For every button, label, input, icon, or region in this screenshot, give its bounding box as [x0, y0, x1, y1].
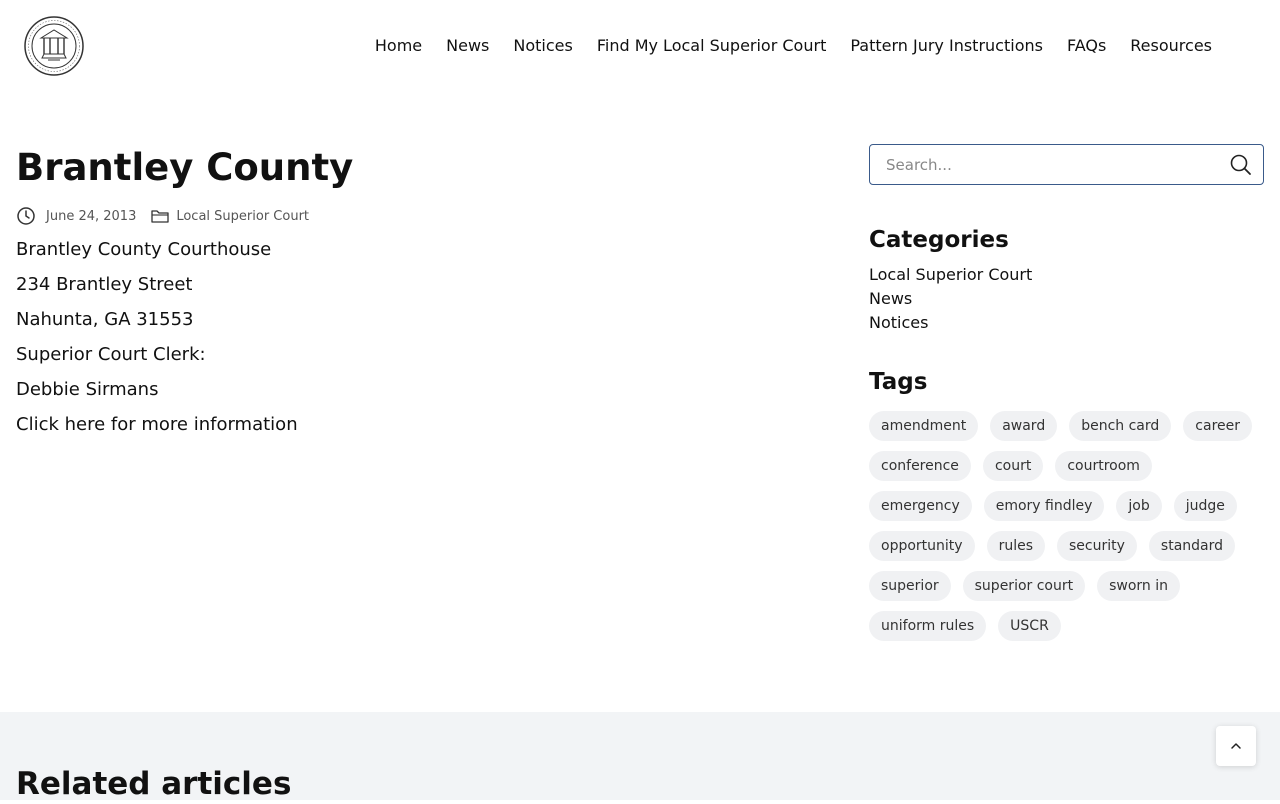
tag-cloud: amendment award bench card career confer…	[869, 411, 1269, 651]
tag-bench-card[interactable]: bench card	[1069, 411, 1172, 441]
search-box	[869, 144, 1264, 185]
sidebar: Categories Local Superior Court News Not…	[869, 144, 1264, 651]
more-info-link[interactable]: Click here for more information	[16, 407, 836, 442]
nav-news[interactable]: News	[446, 36, 489, 56]
clock-icon	[17, 207, 35, 225]
chevron-up-icon	[1231, 743, 1241, 749]
category-news[interactable]: News	[869, 287, 1264, 311]
tag-superior-court[interactable]: superior court	[962, 571, 1086, 601]
nav-pattern-jury[interactable]: Pattern Jury Instructions	[850, 36, 1043, 56]
tag-court[interactable]: court	[982, 451, 1044, 481]
courthouse-name: Brantley County Courthouse	[16, 239, 272, 260]
nav-resources[interactable]: Resources	[1130, 36, 1212, 56]
article-body: Brantley County Courthouse 234 Brantley …	[16, 232, 836, 442]
tag-uniform-rules[interactable]: uniform rules	[869, 611, 987, 641]
tag-security[interactable]: security	[1057, 531, 1137, 561]
clerk-name: Debbie Sirmans	[16, 379, 159, 400]
city-state-zip: Nahunta, GA 31553	[16, 309, 194, 330]
nav-home[interactable]: Home	[375, 36, 422, 56]
page-title: Brantley County	[16, 146, 354, 189]
category-list: Local Superior Court News Notices	[869, 263, 1264, 335]
tag-emory-findley[interactable]: emory findley	[983, 491, 1105, 521]
related-articles: Related articles	[0, 712, 1280, 802]
nav-notices[interactable]: Notices	[513, 36, 572, 56]
tags-heading: Tags	[869, 369, 928, 395]
category-notices[interactable]: Notices	[869, 311, 1264, 335]
tag-opportunity[interactable]: opportunity	[869, 531, 975, 561]
back-to-top-button[interactable]	[1216, 726, 1256, 766]
seal-icon	[24, 16, 84, 76]
site-header: Home News Notices Find My Local Superior…	[0, 0, 1280, 95]
tag-rules[interactable]: rules	[986, 531, 1045, 561]
tag-superior[interactable]: superior	[869, 571, 951, 601]
nav-faqs[interactable]: FAQs	[1067, 36, 1106, 56]
nav-find-local-court[interactable]: Find My Local Superior Court	[597, 36, 827, 56]
georgia-seal-logo[interactable]	[24, 16, 84, 76]
tag-courtroom[interactable]: courtroom	[1055, 451, 1152, 481]
tag-career[interactable]: career	[1183, 411, 1253, 441]
search-input[interactable]	[886, 155, 1216, 175]
article-category[interactable]: Local Superior Court	[150, 207, 309, 225]
street-address: 234 Brantley Street	[16, 274, 193, 295]
article: Brantley County June 24, 2013 Local Supe…	[16, 140, 836, 442]
main-nav: Home News Notices Find My Local Superior…	[375, 36, 1212, 56]
article-date: June 24, 2013	[46, 208, 137, 224]
category-link[interactable]: Local Superior Court	[176, 209, 309, 224]
tag-standard[interactable]: standard	[1148, 531, 1236, 561]
categories-heading: Categories	[869, 227, 1009, 253]
tag-judge[interactable]: judge	[1173, 491, 1237, 521]
tag-award[interactable]: award	[990, 411, 1058, 441]
tag-emergency[interactable]: emergency	[869, 491, 972, 521]
tag-amendment[interactable]: amendment	[869, 411, 979, 441]
related-heading: Related articles	[16, 766, 292, 802]
folder-icon	[151, 210, 169, 223]
tag-conference[interactable]: conference	[869, 451, 971, 481]
tag-job[interactable]: job	[1116, 491, 1162, 521]
tag-uscr[interactable]: USCR	[998, 611, 1061, 641]
clerk-label: Superior Court Clerk:	[16, 344, 206, 365]
tag-sworn-in[interactable]: sworn in	[1097, 571, 1181, 601]
article-meta: June 24, 2013 Local Superior Court	[16, 206, 836, 226]
category-local-superior-court[interactable]: Local Superior Court	[869, 263, 1264, 287]
search-icon[interactable]	[1229, 153, 1253, 177]
